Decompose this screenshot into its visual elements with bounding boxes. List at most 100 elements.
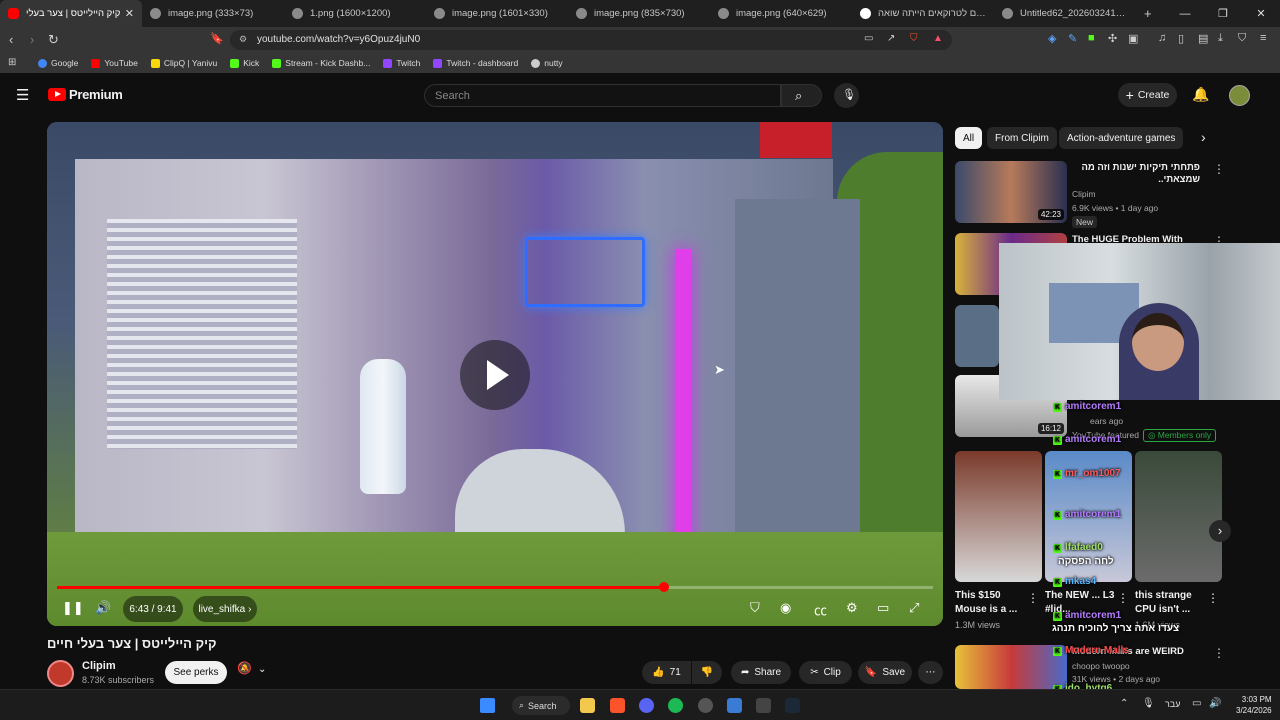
taskbar-search[interactable]: ⌕ Search <box>512 696 570 715</box>
tab-image-1[interactable]: image.png (333×73) <box>142 0 284 27</box>
tab-untitled[interactable]: Untitled62_20260324145350.p... <box>994 0 1136 27</box>
new-tab-icon[interactable]: + <box>1144 6 1152 21</box>
search-button[interactable]: ⌕ <box>781 84 822 107</box>
app-icon[interactable] <box>727 698 742 713</box>
miniplayer-icon[interactable]: ▭ <box>877 600 889 616</box>
voice-search-button[interactable]: 🎙 <box>834 83 859 108</box>
create-button[interactable]: + Create <box>1118 83 1177 107</box>
chip-from-channel[interactable]: From Clipim <box>987 127 1057 149</box>
more-vertical-icon[interactable]: ⋮ <box>1213 646 1225 660</box>
channel-avatar[interactable] <box>47 660 74 687</box>
related-thumbnail[interactable] <box>955 305 999 367</box>
brave-browser-icon[interactable] <box>610 698 625 713</box>
related-thumbnail[interactable]: 42:23 <box>955 161 1067 223</box>
brave-shield-icon[interactable]: ⛉ <box>910 33 918 44</box>
vpn-icon[interactable]: ⛉ <box>1238 32 1246 45</box>
shorts-next-arrow-icon[interactable]: › <box>1209 520 1231 542</box>
back-icon[interactable]: ‹ <box>9 32 13 47</box>
minimize-icon[interactable]: — <box>1166 8 1204 20</box>
shield-icon[interactable]: ⛉ <box>750 600 760 616</box>
brave-rewards-icon[interactable]: ▲ <box>933 33 943 44</box>
chapter-button[interactable]: live_shifka › <box>193 596 257 622</box>
bookmark-youtube[interactable]: YouTube <box>91 58 138 68</box>
more-vertical-icon[interactable]: ⋮ <box>1213 162 1225 176</box>
bookmark-icon[interactable]: 🔖 <box>210 32 224 45</box>
dislike-button[interactable]: 👎 <box>692 661 722 684</box>
big-play-icon[interactable] <box>460 340 530 410</box>
chip-all[interactable]: All <box>955 127 983 149</box>
close-icon[interactable]: ✕ <box>125 7 134 20</box>
channel-name[interactable]: Clipim <box>82 660 116 672</box>
microphone-icon[interactable]: 🎙 <box>1142 698 1155 709</box>
tab-image-2[interactable]: 1.png (1600×1200) <box>284 0 426 27</box>
progress-scrubber[interactable] <box>659 582 670 592</box>
apps-grid-icon[interactable]: ⊞ <box>8 57 16 68</box>
related-thumbnail[interactable] <box>955 645 1067 689</box>
like-button[interactable]: 👍 71 <box>642 661 691 684</box>
extension-icon[interactable]: ◈ <box>1048 32 1056 45</box>
windows-start-icon[interactable] <box>480 698 495 713</box>
reload-icon[interactable]: ↻ <box>48 32 59 48</box>
progress-bar[interactable] <box>57 582 933 592</box>
spotify-icon[interactable] <box>668 698 683 713</box>
search-input[interactable]: Search <box>424 84 781 107</box>
pause-icon[interactable]: ❚❚ <box>62 600 84 616</box>
bookmark-kick-dashboard[interactable]: Stream - Kick Dashb... <box>272 58 370 68</box>
bookmark-twitch-dashboard[interactable]: Twitch - dashboard <box>433 58 518 68</box>
autoplay-toggle-icon[interactable]: ◉ <box>780 600 791 616</box>
user-avatar[interactable] <box>1229 85 1250 106</box>
more-actions-button[interactable]: ⋯ <box>918 661 943 684</box>
chip-action-adventure[interactable]: Action-adventure games <box>1059 127 1184 149</box>
more-vertical-icon[interactable]: ⋮ <box>1207 591 1219 605</box>
close-window-icon[interactable]: ✕ <box>1242 7 1280 20</box>
app-icon[interactable] <box>698 698 713 713</box>
tab-google-search[interactable]: האם לטרוקאים הייתה שואה - ... <box>852 0 994 27</box>
short-thumbnail[interactable] <box>955 451 1042 582</box>
extension-icon[interactable]: ■ <box>1088 32 1095 44</box>
bookmark-clipq[interactable]: ClipQ | Yanivu <box>150 58 217 68</box>
wallet-icon[interactable]: ▤ <box>1198 32 1208 45</box>
short-thumbnail[interactable] <box>1135 451 1222 582</box>
short-title[interactable]: This $150 Mouse is a ... <box>955 589 1035 617</box>
address-bar[interactable]: ⚙ youtube.com/watch?v=y6Opuz4juN0 ▭ ↗ ⛉ … <box>230 30 952 50</box>
music-icon[interactable]: ♫ <box>1158 32 1166 44</box>
save-button[interactable]: 🔖 Save <box>858 661 912 684</box>
language-indicator[interactable]: עבר <box>1165 699 1180 709</box>
more-vertical-icon[interactable]: ⋮ <box>1117 591 1129 605</box>
download-icon[interactable]: ⤓ <box>1218 32 1223 45</box>
share-button[interactable]: ➦ Share <box>731 661 791 684</box>
captions-icon[interactable]: ㏄ <box>814 600 827 619</box>
short-title[interactable]: this strange CPU isn't ... <box>1135 589 1215 617</box>
settings-gear-icon[interactable]: ⚙ <box>846 600 858 616</box>
fullscreen-icon[interactable]: ⤢ <box>909 600 919 616</box>
related-channel[interactable]: choopo twoopo <box>1072 661 1130 671</box>
file-explorer-icon[interactable] <box>580 698 595 713</box>
chevron-right-icon[interactable]: › <box>1201 129 1206 145</box>
video-player[interactable]: ❚❚ 🔊 6:43 / 9:41 live_shifka › ⛉ ◉ ㏄ ⚙ ▭ … <box>47 122 943 626</box>
chevron-up-icon[interactable]: ⌃ <box>1120 698 1128 709</box>
volume-icon[interactable]: 🔊 <box>95 600 111 616</box>
steam-icon[interactable] <box>785 698 800 713</box>
notifications-bell-icon[interactable]: 🔔 <box>1192 86 1209 103</box>
bookmark-kick[interactable]: Kick <box>230 58 259 68</box>
discord-icon[interactable] <box>639 698 654 713</box>
clock[interactable]: 3:03 PM 3/24/2026 <box>1236 694 1272 716</box>
youtube-logo[interactable]: Premium <box>48 87 123 102</box>
bookmark-twitch[interactable]: Twitch <box>383 58 420 68</box>
monitor-icon[interactable]: ▭ <box>1192 698 1201 709</box>
tab-youtube-video[interactable]: קיק היילייטס | צער בעלי ✕ <box>0 0 142 27</box>
tab-image-5[interactable]: image.png (640×629) <box>710 0 852 27</box>
related-title[interactable]: פתחתי תיקיות ישנות וזה מה שמצאתי.. <box>1072 162 1200 186</box>
more-vertical-icon[interactable]: ⋮ <box>1027 591 1039 605</box>
cast-icon[interactable]: ▭ <box>864 33 873 44</box>
extension-icon[interactable]: ✎ <box>1068 32 1077 45</box>
tab-image-3[interactable]: image.png (1601×330) <box>426 0 568 27</box>
obs-icon[interactable] <box>756 698 771 713</box>
related-channel[interactable]: Clipim <box>1072 189 1096 199</box>
share-page-icon[interactable]: ↗ <box>887 33 895 44</box>
see-perks-button[interactable]: See perks <box>165 661 227 684</box>
site-info-icon[interactable]: ⚙ <box>239 34 247 45</box>
extension-icon[interactable]: ▣ <box>1128 32 1138 45</box>
bookmark-nutty[interactable]: nutty <box>531 58 563 68</box>
bookmark-google[interactable]: Google <box>38 58 78 68</box>
